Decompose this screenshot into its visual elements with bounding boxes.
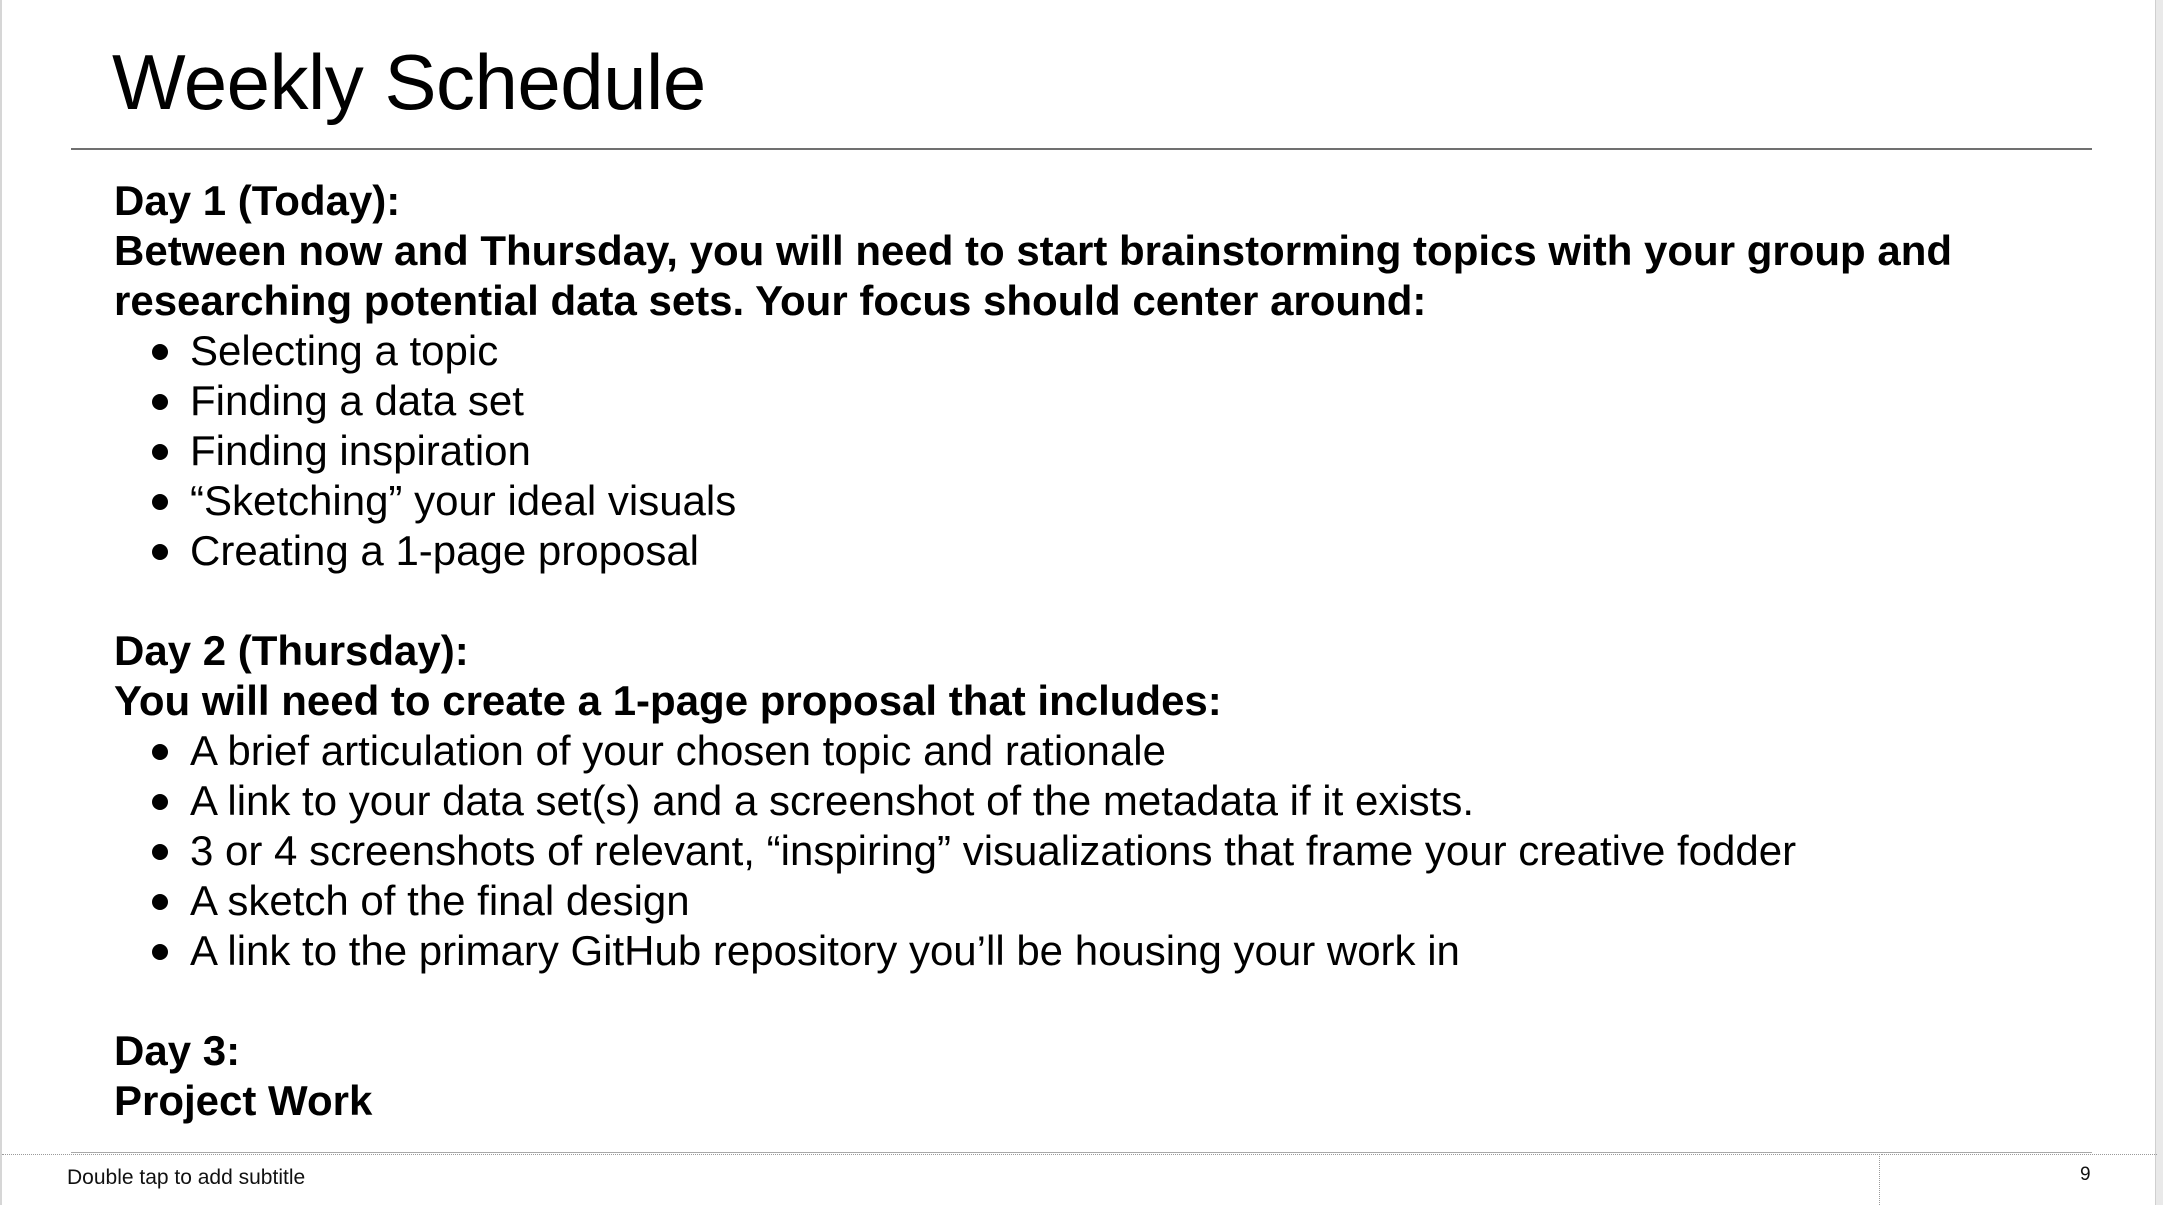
bullet-icon — [152, 444, 168, 460]
day2-intro: You will need to create a 1-page proposa… — [114, 677, 1222, 724]
bullet-text: A link to your data set(s) and a screens… — [190, 777, 1474, 824]
bullet-text: Creating a 1-page proposal — [190, 527, 700, 574]
page-number-box — [1881, 1154, 2157, 1205]
list-item: A link to your data set(s) and a screens… — [114, 776, 2094, 826]
day3-heading: Day 3: — [114, 1027, 241, 1074]
slide-body[interactable]: Day 1 (Today): Between now and Thursday,… — [114, 176, 2094, 1126]
day2-bullet-list: A brief articulation of your chosen topi… — [114, 726, 2094, 976]
slide-title[interactable]: Weekly Schedule — [112, 36, 706, 130]
day2-heading: Day 2 (Thursday): — [114, 627, 469, 674]
day1-heading: Day 1 (Today): — [114, 177, 401, 224]
list-item: Finding inspiration — [114, 426, 2094, 476]
slide-canvas: Weekly Schedule Day 1 (Today): Between n… — [0, 0, 2163, 1205]
bullet-text: Selecting a topic — [190, 327, 499, 374]
list-item: 3 or 4 screenshots of relevant, “inspiri… — [114, 826, 2094, 876]
bullet-icon — [152, 494, 168, 510]
list-item: “Sketching” your ideal visuals — [114, 476, 2094, 526]
bullet-text: A sketch of the final design — [190, 877, 690, 924]
list-item: Finding a data set — [114, 376, 2094, 426]
bullet-icon — [152, 794, 168, 810]
bullet-text: 3 or 4 screenshots of relevant, “inspiri… — [190, 827, 1797, 874]
day1-bullet-list: Selecting a topic Finding a data set Fin… — [114, 326, 2094, 576]
list-item: Selecting a topic — [114, 326, 2094, 376]
subtitle-placeholder[interactable]: Double tap to add subtitle — [67, 1166, 305, 1190]
bottom-divider — [71, 1152, 2092, 1153]
list-item: A sketch of the final design — [114, 876, 2094, 926]
bullet-icon — [152, 844, 168, 860]
bullet-text: “Sketching” your ideal visuals — [190, 477, 737, 524]
list-item: A link to the primary GitHub repository … — [114, 926, 2094, 976]
day3-intro: Project Work — [114, 1077, 373, 1124]
bullet-icon — [152, 344, 168, 360]
list-item: Creating a 1-page proposal — [114, 526, 2094, 576]
bullet-text: Finding inspiration — [190, 427, 531, 474]
bullet-icon — [152, 394, 168, 410]
bullet-text: A brief articulation of your chosen topi… — [190, 727, 1166, 774]
day1-intro-line1: Between now and Thursday, you will need … — [114, 227, 1953, 274]
bullet-text: Finding a data set — [190, 377, 524, 424]
page-number: 9 — [2080, 1164, 2091, 1185]
bullet-icon — [152, 744, 168, 760]
list-item: A brief articulation of your chosen topi… — [114, 726, 2094, 776]
title-divider — [71, 148, 2092, 150]
bullet-icon — [152, 544, 168, 560]
scrollbar-gutter[interactable] — [2155, 0, 2163, 1205]
bullet-icon — [152, 894, 168, 910]
day1-intro-line2: researching potential data sets. Your fo… — [114, 277, 1427, 324]
bullet-icon — [152, 944, 168, 960]
bullet-text: A link to the primary GitHub repository … — [190, 927, 1460, 974]
